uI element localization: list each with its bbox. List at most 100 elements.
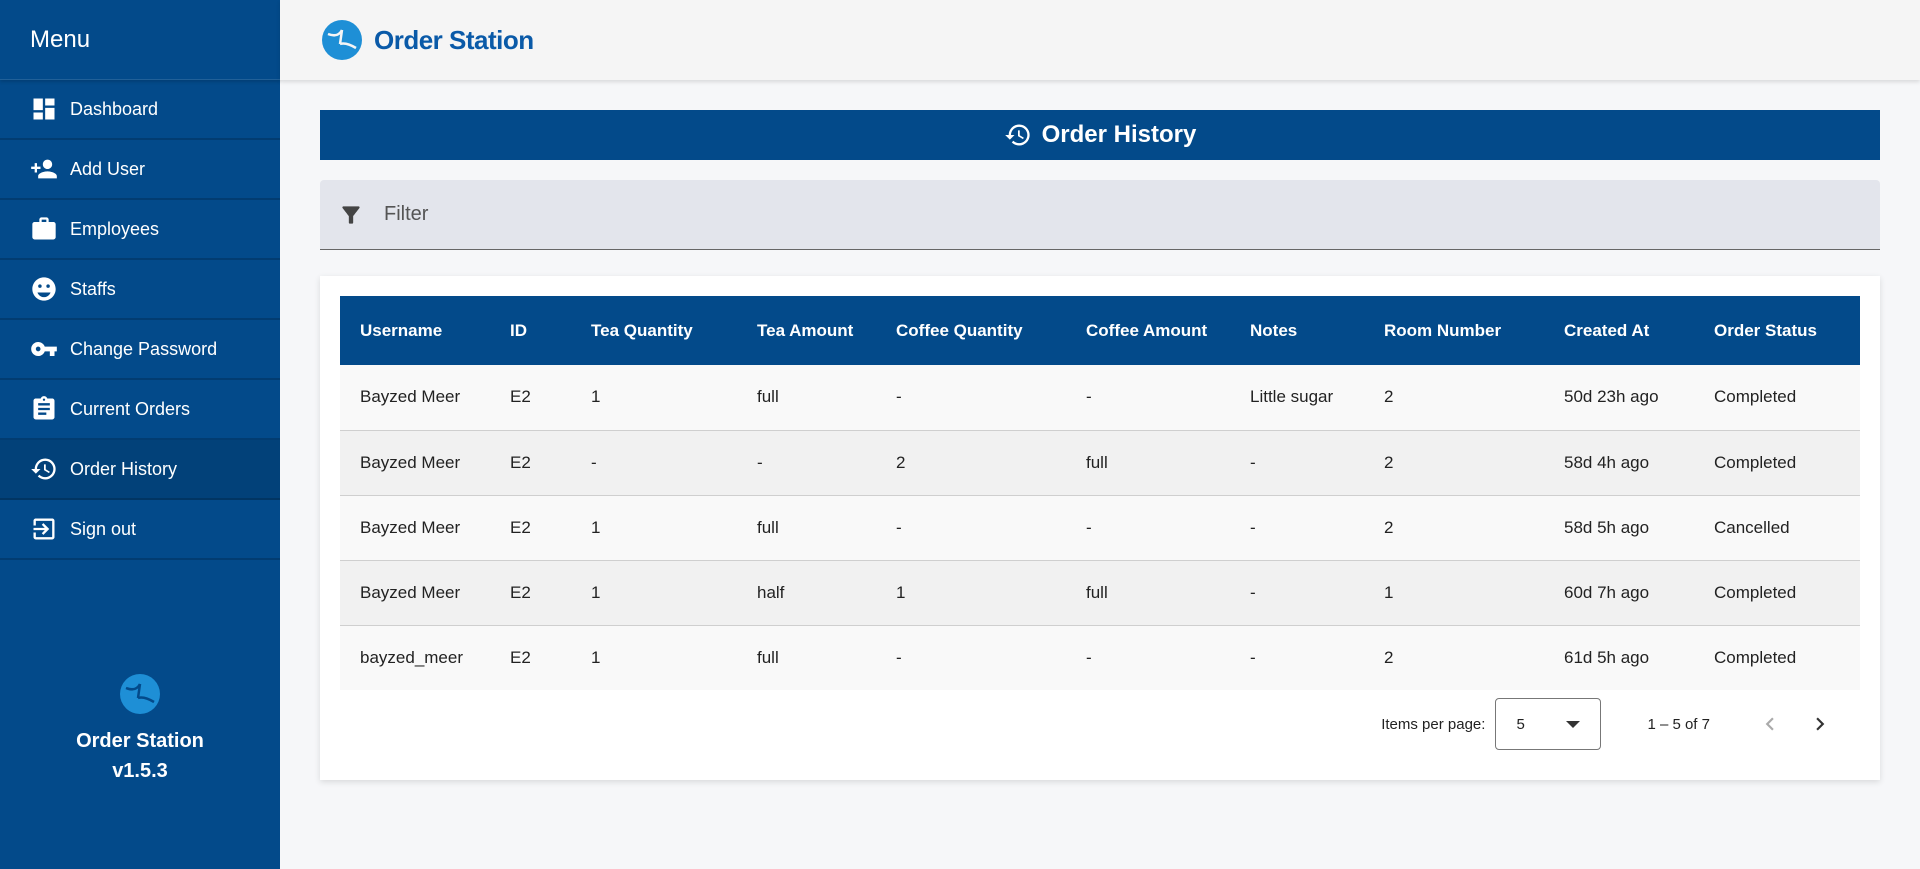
items-per-page-label: Items per page: bbox=[1381, 715, 1486, 733]
table-header-row: Username ID Tea Quantity Tea Amount Coff… bbox=[340, 296, 1860, 365]
cell-notes: - bbox=[1250, 517, 1256, 537]
cell-tea-quantity: 1 bbox=[591, 582, 601, 602]
sidebar-item-change-password[interactable]: Change Password bbox=[0, 320, 280, 380]
cell-tea-amount: half bbox=[757, 582, 785, 602]
column-header-room-number[interactable]: Room Number bbox=[1364, 296, 1544, 365]
cell-room-number: 2 bbox=[1384, 452, 1394, 472]
sidebar-item-label: Add User bbox=[70, 158, 146, 179]
column-header-tea-amount[interactable]: Tea Amount bbox=[737, 296, 876, 365]
column-header-coffee-quantity[interactable]: Coffee Quantity bbox=[876, 296, 1066, 365]
cell-created-at: 60d 7h ago bbox=[1564, 582, 1650, 602]
next-page-button[interactable] bbox=[1800, 704, 1840, 744]
sidebar-item-label: Staffs bbox=[70, 278, 116, 299]
table-row[interactable]: Bayzed Meer E2 1 full - - Little sugar 2… bbox=[340, 365, 1860, 430]
cell-coffee-quantity: 2 bbox=[896, 452, 906, 472]
sidebar-title: Menu bbox=[0, 0, 280, 80]
cell-coffee-quantity: 1 bbox=[896, 582, 906, 602]
page-range-label: 1 – 5 of 7 bbox=[1647, 715, 1710, 733]
cell-username: bayzed_meer bbox=[360, 647, 464, 667]
sidebar-item-sign-out[interactable]: Sign out bbox=[0, 500, 280, 560]
column-header-id[interactable]: ID bbox=[490, 296, 571, 365]
sidebar-nav: Dashboard Add User Employees Staffs Chan… bbox=[0, 80, 280, 560]
sidebar-item-label: Employees bbox=[70, 218, 160, 239]
cell-notes: - bbox=[1250, 647, 1256, 667]
dropdown-arrow-icon bbox=[1566, 721, 1581, 728]
app-logo-icon bbox=[120, 674, 160, 714]
cell-tea-amount: full bbox=[757, 387, 779, 407]
cell-coffee-amount: - bbox=[1086, 387, 1092, 407]
cell-tea-quantity: 1 bbox=[591, 517, 601, 537]
previous-page-button[interactable] bbox=[1750, 704, 1790, 744]
paginator: Items per page: 5 1 – 5 of 7 bbox=[320, 698, 1880, 750]
page-title: Order History bbox=[1041, 121, 1197, 148]
cell-id: E2 bbox=[510, 517, 531, 537]
column-header-order-status[interactable]: Order Status bbox=[1694, 296, 1860, 365]
sidebar-item-dashboard[interactable]: Dashboard bbox=[0, 80, 280, 140]
cell-created-at: 61d 5h ago bbox=[1564, 647, 1650, 667]
sidebar-item-current-orders[interactable]: Current Orders bbox=[0, 380, 280, 440]
cell-id: E2 bbox=[510, 452, 531, 472]
column-header-username[interactable]: Username bbox=[340, 296, 490, 365]
sidebar-item-order-history[interactable]: Order History bbox=[0, 440, 280, 500]
column-header-tea-quantity[interactable]: Tea Quantity bbox=[571, 296, 737, 365]
cell-order-status: Completed bbox=[1714, 647, 1797, 667]
chevron-left-icon bbox=[1765, 717, 1774, 731]
top-bar: Order Station bbox=[280, 0, 1920, 80]
cell-notes: - bbox=[1250, 452, 1256, 472]
cell-created-at: 50d 23h ago bbox=[1564, 387, 1659, 407]
app-title[interactable]: Order Station bbox=[374, 25, 534, 56]
sidebar-footer: Order Station v1.5.3 bbox=[0, 672, 280, 786]
table-row[interactable]: Bayzed Meer E2 1 full - - - 2 58d 5h ago… bbox=[340, 495, 1860, 560]
page-title-bar: Order History bbox=[320, 110, 1880, 160]
cell-room-number: 2 bbox=[1384, 387, 1394, 407]
sidebar-item-label: Sign out bbox=[70, 518, 137, 539]
items-per-page-select[interactable]: 5 bbox=[1495, 698, 1602, 750]
cell-coffee-quantity: - bbox=[896, 387, 902, 407]
orders-table-card: Username ID Tea Quantity Tea Amount Coff… bbox=[320, 276, 1880, 780]
cell-order-status: Completed bbox=[1714, 452, 1797, 472]
cell-username: Bayzed Meer bbox=[360, 582, 461, 602]
app-logo-icon[interactable] bbox=[320, 18, 364, 62]
sidebar: Menu Dashboard Add User Employees Staffs… bbox=[0, 0, 280, 869]
filter-field[interactable] bbox=[320, 180, 1880, 250]
cell-id: E2 bbox=[510, 647, 531, 667]
cell-tea-quantity: 1 bbox=[591, 647, 601, 667]
column-header-notes[interactable]: Notes bbox=[1230, 296, 1364, 365]
table-row[interactable]: Bayzed Meer E2 - - 2 full - 2 58d 4h ago… bbox=[340, 430, 1860, 495]
sidebar-item-staffs[interactable]: Staffs bbox=[0, 260, 280, 320]
cell-coffee-amount: full bbox=[1086, 452, 1108, 472]
cell-order-status: Completed bbox=[1714, 387, 1797, 407]
clipboard-icon bbox=[33, 396, 55, 420]
briefcase-icon bbox=[32, 217, 56, 240]
cell-tea-quantity: - bbox=[591, 452, 597, 472]
cell-created-at: 58d 4h ago bbox=[1564, 452, 1650, 472]
items-per-page-value: 5 bbox=[1516, 715, 1525, 733]
table-row[interactable]: bayzed_meer E2 1 full - - - 2 61d 5h ago… bbox=[340, 625, 1860, 690]
cell-created-at: 58d 5h ago bbox=[1564, 517, 1650, 537]
person-add-icon bbox=[31, 159, 57, 179]
sidebar-item-label: Current Orders bbox=[70, 398, 191, 419]
cell-username: Bayzed Meer bbox=[360, 387, 461, 407]
sidebar-footer-app-name: Order Station bbox=[76, 730, 204, 752]
history-icon bbox=[31, 458, 56, 480]
column-header-coffee-amount[interactable]: Coffee Amount bbox=[1066, 296, 1230, 365]
sidebar-item-employees[interactable]: Employees bbox=[0, 200, 280, 260]
cell-room-number: 1 bbox=[1384, 582, 1394, 602]
filter-input[interactable] bbox=[384, 203, 1784, 226]
cell-room-number: 2 bbox=[1384, 517, 1394, 537]
cell-notes: Little sugar bbox=[1250, 387, 1334, 407]
cell-notes: - bbox=[1250, 582, 1256, 602]
sidebar-item-add-user[interactable]: Add User bbox=[0, 140, 280, 200]
cell-tea-amount: full bbox=[757, 517, 779, 537]
cell-id: E2 bbox=[510, 582, 531, 602]
table-row[interactable]: Bayzed Meer E2 1 half 1 full - 1 60d 7h … bbox=[340, 560, 1860, 625]
column-header-created-at[interactable]: Created At bbox=[1544, 296, 1694, 365]
sidebar-footer-version: v1.5.3 bbox=[112, 760, 168, 782]
cell-room-number: 2 bbox=[1384, 647, 1394, 667]
sign-out-icon bbox=[33, 518, 55, 540]
cell-id: E2 bbox=[510, 387, 531, 407]
cell-tea-quantity: 1 bbox=[591, 387, 601, 407]
sidebar-item-label: Dashboard bbox=[70, 98, 159, 119]
cell-coffee-amount: - bbox=[1086, 647, 1092, 667]
cell-tea-amount: - bbox=[757, 452, 763, 472]
